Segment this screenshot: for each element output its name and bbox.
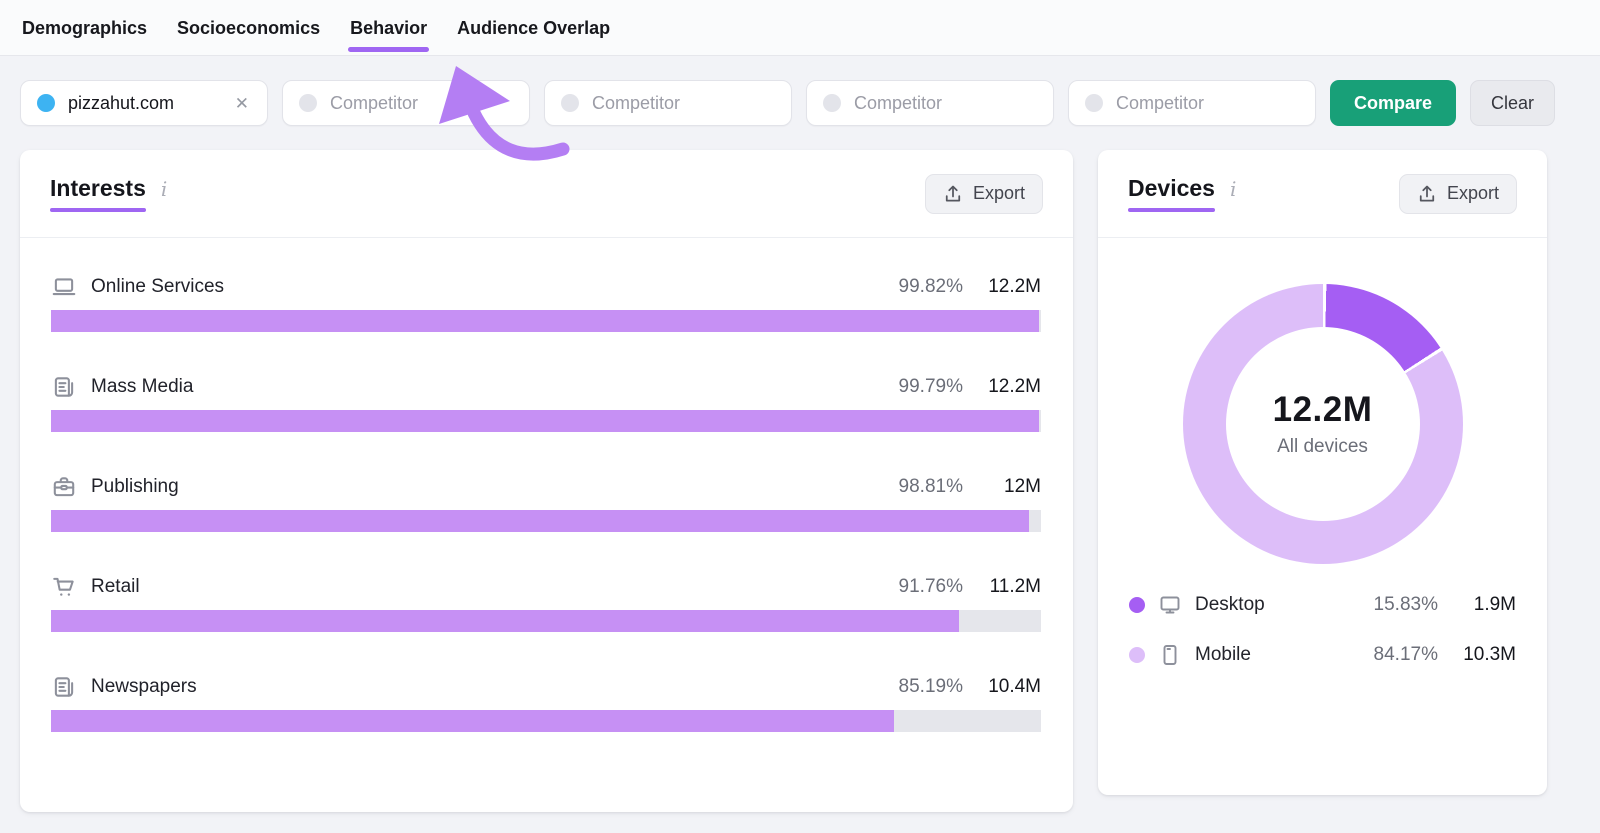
competitor-color-dot xyxy=(1085,94,1103,112)
interests-list: Online Services 99.82% 12.2M Mass Media … xyxy=(20,238,1073,732)
upload-icon xyxy=(943,184,963,204)
export-button[interactable]: Export xyxy=(925,174,1043,214)
legend-row-desktop: Desktop 15.83% 1.9M xyxy=(1129,590,1516,620)
interest-value: 12M xyxy=(963,476,1041,498)
clear-button[interactable]: Clear xyxy=(1470,80,1555,126)
desktop-value: 1.9M xyxy=(1438,594,1516,616)
mobile-color-dot xyxy=(1129,647,1145,663)
primary-domain-value: pizzahut.com xyxy=(68,93,231,114)
interest-bar xyxy=(51,310,1041,332)
all-devices-total: 12.2M xyxy=(1273,390,1373,430)
donut-center: 12.2M All devices xyxy=(1226,327,1420,521)
monitor-icon xyxy=(1158,593,1182,617)
interest-row-mass-media: Mass Media 99.79% 12.2M xyxy=(51,372,1041,432)
devices-legend: Desktop 15.83% 1.9M Mobile 84.17% 10.3M xyxy=(1098,590,1547,670)
interest-percent: 99.82% xyxy=(863,276,963,298)
briefcase-icon xyxy=(51,474,77,500)
interest-percent: 85.19% xyxy=(863,676,963,698)
tab-socioeconomics[interactable]: Socioeconomics xyxy=(175,1,322,55)
competitor-field-1[interactable] xyxy=(330,93,515,114)
compare-button[interactable]: Compare xyxy=(1330,80,1456,126)
interests-title: Interests xyxy=(50,175,146,212)
interests-header: Interests i Export xyxy=(20,150,1073,238)
cart-icon xyxy=(51,574,77,600)
mobile-value: 10.3M xyxy=(1438,644,1516,666)
newspaper-icon xyxy=(51,674,77,700)
desktop-color-dot xyxy=(1129,597,1145,613)
section-tabs: Demographics Socioeconomics Behavior Aud… xyxy=(0,0,1600,56)
interest-row-online-services: Online Services 99.82% 12.2M xyxy=(51,272,1041,332)
interest-row-retail: Retail 91.76% 11.2M xyxy=(51,572,1041,632)
info-icon[interactable]: i xyxy=(1230,177,1236,201)
interest-bar xyxy=(51,510,1041,532)
interest-bar xyxy=(51,610,1041,632)
interest-row-publishing: Publishing 98.81% 12M xyxy=(51,472,1041,532)
competitor-input-4[interactable] xyxy=(1068,80,1316,126)
legend-row-mobile: Mobile 84.17% 10.3M xyxy=(1129,640,1516,670)
export-button[interactable]: Export xyxy=(1399,174,1517,214)
competitor-input-3[interactable] xyxy=(806,80,1054,126)
primary-domain-chip[interactable]: pizzahut.com ✕ xyxy=(20,80,268,126)
competitor-field-2[interactable] xyxy=(592,93,777,114)
interest-value: 12.2M xyxy=(963,276,1041,298)
interest-value: 12.2M xyxy=(963,376,1041,398)
info-icon[interactable]: i xyxy=(161,177,167,201)
competitor-input-2[interactable] xyxy=(544,80,792,126)
mobile-percent: 84.17% xyxy=(1342,644,1438,666)
competitor-color-dot xyxy=(823,94,841,112)
interest-bar xyxy=(51,410,1041,432)
interest-value: 11.2M xyxy=(963,576,1041,598)
interests-card: Interests i Export Online Services 99.82… xyxy=(20,150,1073,812)
domain-color-dot xyxy=(37,94,55,112)
desktop-percent: 15.83% xyxy=(1342,594,1438,616)
devices-card: Devices i Export 12.2M All devices Deskt… xyxy=(1098,150,1547,795)
competitor-color-dot xyxy=(299,94,317,112)
competitor-field-3[interactable] xyxy=(854,93,1039,114)
competitor-color-dot xyxy=(561,94,579,112)
interest-bar xyxy=(51,710,1041,732)
competitor-field-4[interactable] xyxy=(1116,93,1301,114)
tab-audience-overlap[interactable]: Audience Overlap xyxy=(455,1,612,55)
all-devices-label: All devices xyxy=(1277,436,1368,458)
devices-donut-chart: 12.2M All devices xyxy=(1183,284,1463,564)
devices-header: Devices i Export xyxy=(1098,150,1547,238)
tab-demographics[interactable]: Demographics xyxy=(20,1,149,55)
newspaper-icon xyxy=(51,374,77,400)
interest-value: 10.4M xyxy=(963,676,1041,698)
interest-row-newspapers: Newspapers 85.19% 10.4M xyxy=(51,672,1041,732)
upload-icon xyxy=(1417,184,1437,204)
close-icon[interactable]: ✕ xyxy=(231,93,253,114)
comparison-filter-bar: pizzahut.com ✕ Compare Clear xyxy=(20,80,1580,126)
interest-percent: 99.79% xyxy=(863,376,963,398)
competitor-input-1[interactable] xyxy=(282,80,530,126)
interest-percent: 98.81% xyxy=(863,476,963,498)
laptop-icon xyxy=(51,274,77,300)
interest-percent: 91.76% xyxy=(863,576,963,598)
tab-behavior[interactable]: Behavior xyxy=(348,1,429,55)
devices-title: Devices xyxy=(1128,175,1215,212)
phone-icon xyxy=(1158,643,1182,667)
